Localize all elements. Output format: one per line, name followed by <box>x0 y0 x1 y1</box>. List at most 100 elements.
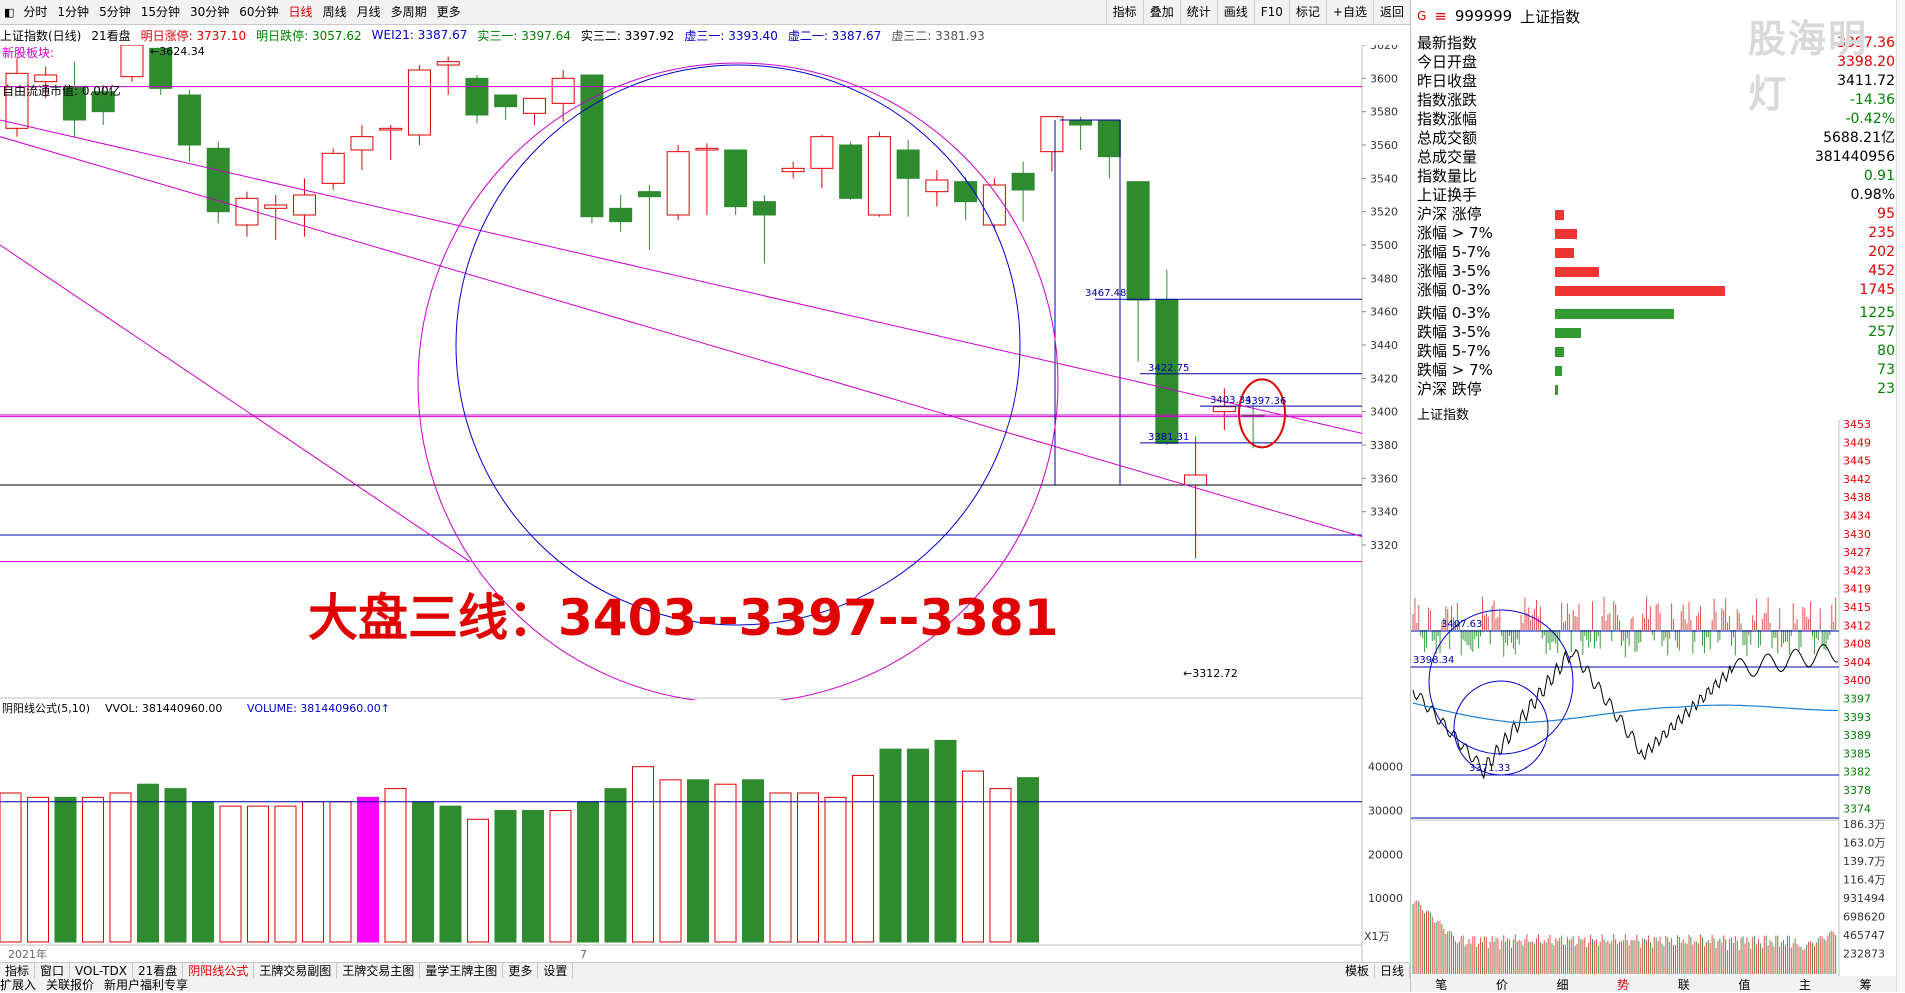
candle-body[interactable] <box>436 61 460 66</box>
period-tab[interactable]: 分时 <box>18 0 52 25</box>
status-item[interactable]: 关联报价 <box>46 978 94 992</box>
tool-button[interactable]: 标记 <box>1288 0 1326 25</box>
indicator-tab[interactable]: 量学王牌主图 <box>420 962 504 979</box>
candle-body[interactable] <box>522 97 546 114</box>
candle-body[interactable] <box>867 136 891 216</box>
menu-icon[interactable]: ≡ <box>1434 7 1447 25</box>
period-tab[interactable]: 日线 <box>284 0 318 25</box>
candle-body[interactable] <box>1069 119 1093 126</box>
period-tab[interactable]: 周线 <box>318 0 352 25</box>
volume-bar[interactable] <box>164 788 187 943</box>
indicator-tab[interactable]: 指标 <box>0 962 36 979</box>
period-tab[interactable]: 1分钟 <box>52 0 94 25</box>
indicator-tab[interactable]: 更多 <box>503 962 539 979</box>
candle-body[interactable] <box>839 144 863 199</box>
volume-bar[interactable] <box>329 801 352 943</box>
volume-bar[interactable] <box>137 783 159 943</box>
candle-body[interactable] <box>465 77 489 116</box>
candle-body[interactable] <box>609 207 633 223</box>
volume-bar[interactable] <box>714 783 737 943</box>
candle-body[interactable] <box>724 149 748 208</box>
tool-button[interactable]: 指标 <box>1105 0 1143 25</box>
intraday-tab[interactable]: 值 <box>1738 976 1750 992</box>
tool-button[interactable]: 统计 <box>1179 0 1217 25</box>
candlestick-chart[interactable]: 3620 3600 3580 3560 3540 3520 3500 3480 3460 3440… <box>0 45 1410 700</box>
candle-body[interactable] <box>637 191 661 198</box>
volume-bar[interactable] <box>192 801 214 943</box>
volume-bar[interactable] <box>274 805 297 943</box>
tool-button[interactable]: 叠加 <box>1142 0 1180 25</box>
period-tab[interactable]: 更多 <box>432 0 466 25</box>
candle-body[interactable] <box>177 94 201 146</box>
volume-bar[interactable] <box>852 774 874 943</box>
template-tab[interactable]: 模板 <box>1339 963 1375 978</box>
volume-bar[interactable] <box>549 810 572 943</box>
candle-body[interactable] <box>350 136 374 151</box>
candle-body[interactable] <box>925 179 949 193</box>
volume-bar[interactable] <box>824 796 847 943</box>
volume-bar[interactable] <box>879 748 902 943</box>
intraday-tab[interactable]: 筹 <box>1860 976 1872 992</box>
volume-bar[interactable] <box>687 779 709 943</box>
candle-body[interactable] <box>206 147 230 213</box>
period-tab[interactable]: 30分钟 <box>185 0 234 25</box>
intraday-tab[interactable]: 势 <box>1617 976 1629 992</box>
intraday-tab[interactable]: 笔 <box>1435 976 1447 992</box>
volume-bar[interactable] <box>1017 777 1039 943</box>
volume-bar[interactable] <box>109 792 132 943</box>
period-tab[interactable]: 60分钟 <box>234 0 283 25</box>
volume-bar[interactable] <box>962 770 984 943</box>
period-tab[interactable]: 15分钟 <box>136 0 185 25</box>
status-item[interactable]: 新用户福利专享 <box>104 978 188 992</box>
volume-bar[interactable] <box>769 792 792 943</box>
period-tab[interactable]: 月线 <box>352 0 386 25</box>
volume-bar[interactable] <box>604 788 627 943</box>
volume-bar[interactable] <box>27 796 49 943</box>
candle-body[interactable] <box>1126 181 1150 301</box>
volume-bar[interactable] <box>632 766 654 943</box>
volume-bar[interactable] <box>934 739 957 943</box>
candle-body[interactable] <box>494 94 518 108</box>
intraday-chart[interactable]: 3453 3449 3445 3442 3438 3434 3430 3427 3423 3419… <box>1411 420 1896 976</box>
indicator-tab[interactable]: 21看盘 <box>133 962 184 979</box>
indicator-tab[interactable]: 阴阳线公式 <box>183 962 255 979</box>
indicator-tab[interactable]: 王牌交易主图 <box>337 962 421 979</box>
candle-body[interactable] <box>810 136 834 169</box>
period-tab[interactable]: 5分钟 <box>94 0 136 25</box>
candle-body[interactable] <box>34 74 58 83</box>
period-tab[interactable]: 多周期 <box>386 0 432 25</box>
intraday-tab[interactable]: 细 <box>1557 976 1569 992</box>
tool-button[interactable]: F10 <box>1253 0 1289 25</box>
candle-body[interactable] <box>695 147 719 151</box>
collapse-icon[interactable]: ◧ <box>0 6 18 19</box>
candle-body[interactable] <box>292 194 316 216</box>
template-tab[interactable]: 日线 <box>1374 963 1410 978</box>
candle-body[interactable] <box>896 149 920 179</box>
candle-body[interactable] <box>321 152 345 184</box>
volume-bar[interactable] <box>659 779 682 943</box>
candle-body[interactable] <box>5 72 29 129</box>
volume-bar[interactable] <box>302 801 324 943</box>
candle-body[interactable] <box>379 127 403 131</box>
candle-body[interactable] <box>1011 172 1035 191</box>
tool-button[interactable]: 画线 <box>1216 0 1254 25</box>
tool-button[interactable]: 返回 <box>1372 0 1410 25</box>
candle-body[interactable] <box>580 74 604 218</box>
volume-bar[interactable] <box>0 792 22 943</box>
status-item[interactable]: 扩展入 <box>0 978 36 992</box>
volume-chart[interactable]: 阴阳线公式(5,10) VVOL: 381440960.00 VOLUME: 381… <box>0 700 1410 962</box>
mode-label[interactable]: 21看盘 <box>91 27 130 44</box>
candle-body[interactable] <box>1040 116 1064 153</box>
volume-bar[interactable] <box>577 801 599 943</box>
volume-bar[interactable] <box>494 810 517 943</box>
candle-body[interactable] <box>407 69 431 136</box>
intraday-tab[interactable]: 主 <box>1799 976 1811 992</box>
candle-body[interactable] <box>1184 474 1208 486</box>
indicator-tab[interactable]: 设置 <box>538 962 574 979</box>
volume-bar[interactable] <box>742 779 764 943</box>
indicator-tab[interactable]: 窗口 <box>35 962 71 979</box>
volume-bar[interactable] <box>467 818 489 943</box>
intraday-tab[interactable]: 联 <box>1678 976 1690 992</box>
candle-body[interactable] <box>781 167 805 173</box>
volume-bar[interactable] <box>412 801 434 943</box>
